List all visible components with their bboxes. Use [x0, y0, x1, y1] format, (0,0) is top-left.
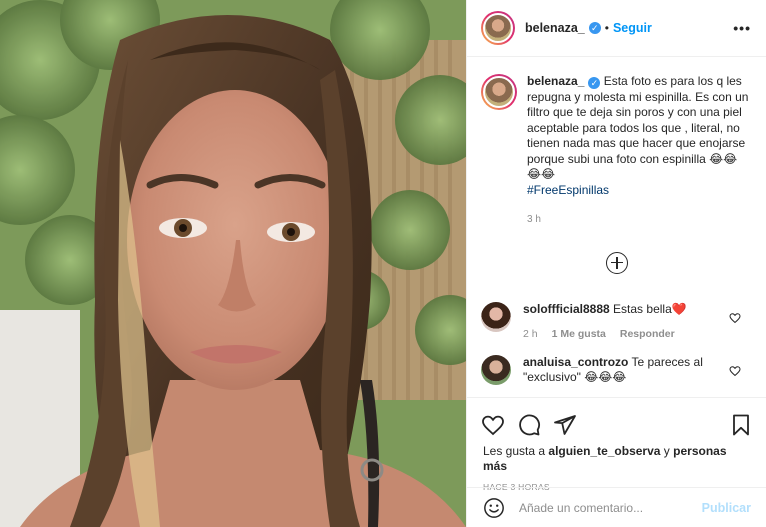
comment-like-heart-icon[interactable]	[729, 312, 741, 324]
save-bookmark-icon[interactable]	[729, 413, 753, 437]
comment-body: analuisa_controzo Te pareces al "exclusi…	[523, 355, 723, 386]
publish-button[interactable]: Publicar	[702, 501, 751, 515]
comment-bubble-icon[interactable]	[517, 413, 541, 437]
action-bar	[467, 398, 766, 442]
author-username[interactable]: belenaza_	[525, 21, 585, 35]
comment-avatar[interactable]	[481, 301, 511, 332]
comment-body: soloffficial8888 Estas bella❤️ 2 h 1 Me …	[523, 302, 723, 343]
verified-badge-icon: ✓	[588, 77, 601, 89]
caption-time: 3 h	[527, 214, 541, 225]
verified-badge-icon: ✓	[588, 22, 601, 34]
header-separator: •	[604, 21, 609, 35]
like-heart-icon[interactable]	[481, 413, 505, 437]
comment-item: analuisa_controzo Te pareces al "exclusi…	[467, 354, 766, 386]
comment-username[interactable]: soloffficial8888	[523, 302, 610, 316]
caption-username[interactable]: belenaza_	[527, 74, 584, 88]
likes-line: Les gusta a alguien_te_observa y persona…	[467, 442, 766, 474]
add-comment-bar: Publicar	[467, 487, 766, 527]
comment-item: soloffficial8888 Estas bella❤️ 2 h 1 Me …	[467, 301, 766, 343]
comment-username[interactable]: analuisa_controzo	[523, 355, 628, 369]
more-options-icon[interactable]: •••	[733, 20, 751, 36]
comment-time: 2 h	[523, 328, 538, 340]
post-side-panel: belenaza_ ✓ • Seguir ••• belenaza_ ✓ Esta…	[466, 0, 766, 527]
add-comment-input[interactable]	[519, 500, 689, 515]
follow-button[interactable]: Seguir	[613, 21, 652, 35]
caption-avatar[interactable]	[481, 74, 517, 110]
post-photo[interactable]	[0, 0, 466, 527]
selfie-illustration	[0, 0, 466, 527]
red-heart-emoji: ❤️	[671, 301, 687, 316]
post-header: belenaza_ ✓ • Seguir •••	[467, 0, 766, 57]
caption-text: Esta foto es para los q les repugna y mo…	[527, 74, 749, 181]
comment-meta: 2 h 1 Me gusta Responder	[523, 327, 723, 343]
comments-section[interactable]: belenaza_ ✓ Esta foto es para los q les r…	[467, 58, 766, 396]
share-send-icon[interactable]	[553, 413, 577, 437]
comment-avatar[interactable]	[481, 354, 511, 385]
instagram-post: belenaza_ ✓ • Seguir ••• belenaza_ ✓ Esta…	[0, 0, 766, 527]
emoji-icon[interactable]	[483, 497, 505, 519]
caption-hashtag[interactable]: #FreeEspinillas	[527, 183, 751, 199]
likes-connector: y	[663, 444, 670, 458]
reply-button[interactable]: Responder	[620, 327, 675, 343]
comment-like-heart-icon[interactable]	[729, 365, 741, 377]
caption-body: belenaza_ ✓ Esta foto es para los q les r…	[527, 74, 751, 228]
post-caption: belenaza_ ✓ Esta foto es para los q les r…	[467, 58, 766, 228]
likes-user[interactable]: alguien_te_observa	[548, 444, 660, 458]
load-more-comments-icon[interactable]	[606, 251, 628, 274]
comment-text: Estas bella	[613, 301, 672, 316]
comment-likes[interactable]: 1 Me gusta	[552, 327, 606, 343]
likes-prefix: Les gusta a	[483, 444, 546, 458]
author-avatar[interactable]	[481, 11, 515, 45]
